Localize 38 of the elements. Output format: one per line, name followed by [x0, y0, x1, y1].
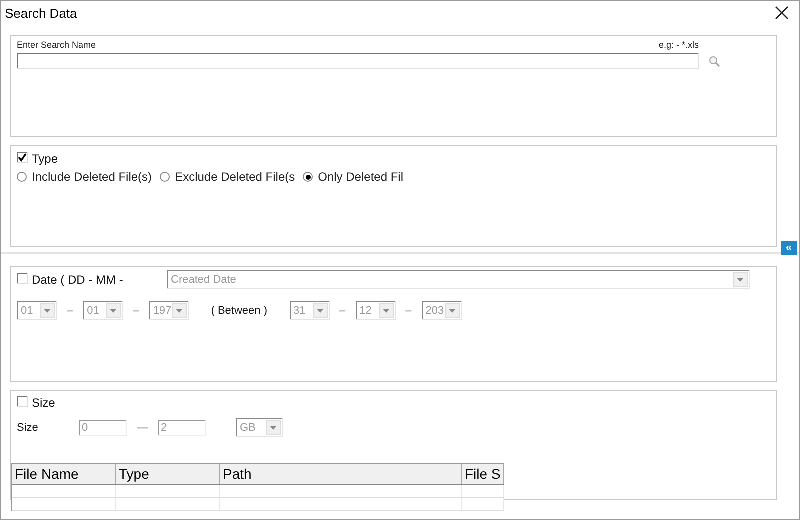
type-label: Type [32, 152, 58, 166]
column-header[interactable]: File Name [12, 464, 116, 484]
radio-icon[interactable] [303, 172, 314, 182]
radio-option[interactable]: Include Deleted File(s) [17, 170, 152, 184]
separator-dash: – [338, 304, 347, 316]
between-label: ( Between ) [211, 304, 268, 316]
radio-icon[interactable] [17, 172, 27, 182]
separator-dash: — [136, 422, 149, 434]
close-icon[interactable] [773, 4, 791, 22]
size-label: Size [32, 396, 56, 410]
search-icon[interactable] [709, 56, 720, 66]
dropdown[interactable]: 197 [149, 301, 190, 320]
dropdown[interactable]: Created Date [167, 270, 750, 289]
checkbox[interactable] [17, 272, 28, 284]
dropdown[interactable]: 31 [290, 301, 330, 320]
checkbox[interactable] [17, 396, 28, 407]
search-field[interactable] [17, 53, 699, 69]
dropdown[interactable]: GB [236, 418, 283, 437]
dropdown[interactable]: 01 [83, 301, 124, 320]
separator-dash: – [132, 304, 140, 316]
checkbox[interactable] [17, 152, 28, 163]
radio-icon[interactable] [160, 172, 170, 182]
separator-dash: – [66, 304, 74, 316]
dropdown[interactable]: 203 [422, 301, 462, 320]
column-header[interactable]: File S [462, 464, 504, 484]
date-label: Date ( DD - MM - [32, 272, 124, 286]
search-name-label: Enter Search Name [17, 40, 96, 50]
separator-dash: – [404, 304, 413, 316]
column-header[interactable]: Type [116, 464, 220, 484]
hint-text: e.g: - *.xls [658, 40, 699, 50]
dropdown[interactable]: 12 [356, 301, 396, 320]
column-header[interactable]: Path [220, 464, 462, 484]
radio-option[interactable]: Exclude Deleted File(s [160, 170, 296, 184]
size-range-label: Size [17, 422, 40, 434]
dropdown[interactable]: 01 [17, 301, 57, 320]
radio-option[interactable]: Only Deleted Fil [303, 170, 404, 184]
window-title: Search Data [5, 6, 78, 20]
collapse-button[interactable]: « [781, 241, 797, 255]
